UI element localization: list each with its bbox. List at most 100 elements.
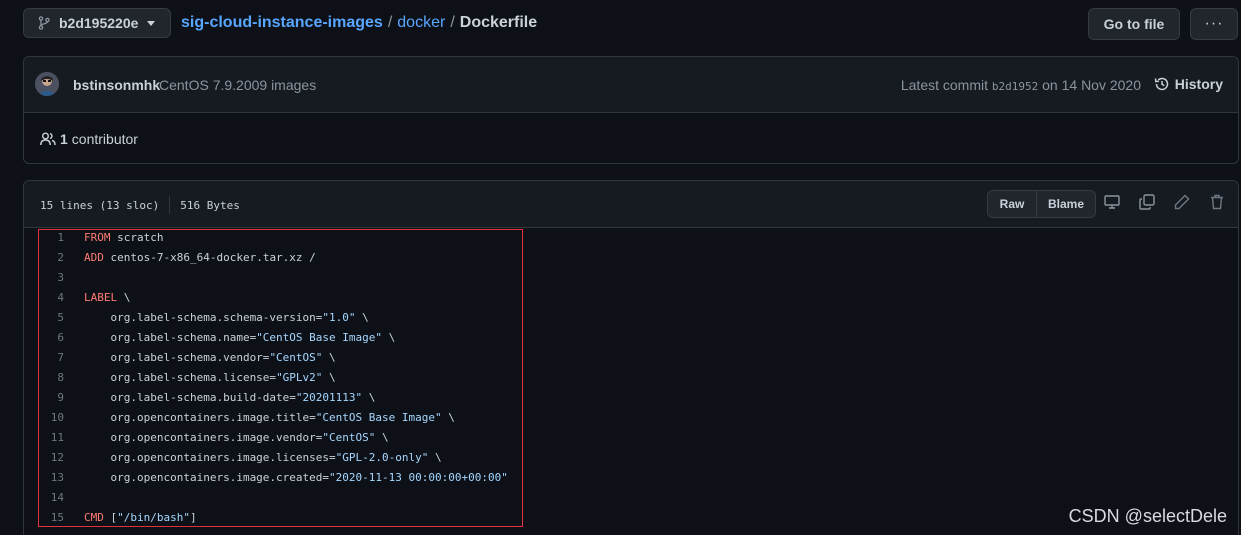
line-count: 15 lines (13 sloc) [40, 198, 160, 212]
commit-message-link[interactable]: CentOS 7.9.2009 images [159, 77, 316, 93]
code-plain: org.opencontainers.image.title= [84, 411, 316, 424]
history-icon [1154, 77, 1169, 91]
code-line: 15 CMD ["/bin/bash"] [24, 508, 1238, 528]
code-plain: \ [428, 451, 442, 464]
code-keyword: ADD [84, 251, 104, 264]
file-size: 516 Bytes [180, 198, 240, 212]
code-text: ADD centos-7-x86_64-docker.tar.xz / [84, 248, 316, 268]
code-line: 9 org.label-schema.build-date="20201113"… [24, 388, 1238, 408]
line-number[interactable]: 9 [24, 388, 64, 408]
code-string: "CentOS Base Image" [256, 331, 383, 344]
code-plain: \ [322, 371, 336, 384]
code-text: org.label-schema.build-date="20201113" \ [84, 388, 375, 408]
commit-date: on 14 Nov 2020 [1042, 77, 1141, 93]
code-text: org.label-schema.license="GPLv2" \ [84, 368, 336, 388]
file-viewer: 15 lines (13 sloc) 516 Bytes Raw Blame 1… [23, 180, 1239, 535]
code-text: LABEL \ [84, 288, 130, 308]
contributors-row: 1 contributor [24, 113, 1238, 165]
avatar-image-icon [35, 72, 59, 96]
code-plain: org.opencontainers.image.vendor= [84, 431, 323, 444]
code-keyword: FROM [84, 231, 111, 244]
code-plain: \ [441, 411, 455, 424]
line-number[interactable]: 14 [24, 488, 64, 508]
branch-selector-button[interactable]: b2d195220e [23, 8, 171, 38]
trash-icon[interactable] [1209, 194, 1225, 210]
breadcrumb-separator: / [450, 14, 455, 31]
line-number[interactable]: 1 [24, 228, 64, 248]
code-string: "CentOS" [269, 351, 323, 364]
history-label: History [1174, 76, 1223, 92]
code-string: "1.0" [322, 311, 356, 324]
pencil-icon[interactable] [1174, 194, 1190, 210]
copy-icon[interactable] [1139, 194, 1155, 210]
contributors-link[interactable]: 1 contributor [40, 131, 138, 147]
breadcrumb-repo-link[interactable]: sig-cloud-instance-images [181, 14, 383, 31]
code-plain: \ [375, 431, 389, 444]
watermark: CSDN @selectDele [1068, 506, 1227, 526]
go-to-file-button[interactable]: Go to file [1088, 8, 1180, 40]
code-line: 4 LABEL \ [24, 288, 1238, 308]
code-keyword: LABEL [84, 291, 118, 304]
line-number[interactable]: 10 [24, 408, 64, 428]
file-action-buttons: Raw Blame [987, 190, 1096, 218]
line-number[interactable]: 7 [24, 348, 64, 368]
commit-author-link[interactable]: bstinsonmhk [73, 77, 160, 93]
line-number[interactable]: 3 [24, 268, 64, 288]
code-line: 6 org.label-schema.name="CentOS Base Ima… [24, 328, 1238, 348]
code-plain: centos-7-x86_64-docker.tar.xz / [103, 251, 316, 264]
desktop-icon[interactable] [1104, 194, 1120, 210]
more-options-button[interactable]: ··· [1190, 8, 1238, 40]
line-number[interactable]: 6 [24, 328, 64, 348]
code-area: 1 FROM scratch 2 ADD centos-7-x86_64-docker… [24, 228, 1238, 528]
line-number[interactable]: 8 [24, 368, 64, 388]
breadcrumb: sig-cloud-instance-images / docker / Dockerf… [181, 14, 537, 32]
code-line: 2 ADD centos-7-x86_64-docker.tar.xz / [24, 248, 1238, 268]
history-link[interactable]: History [1154, 76, 1223, 92]
line-number[interactable]: 12 [24, 448, 64, 468]
code-plain: org.label-schema.name= [84, 331, 257, 344]
code-line: 11 org.opencontainers.image.vendor="Cent… [24, 428, 1238, 448]
branch-name: b2d195220e [59, 15, 139, 31]
line-number[interactable]: 15 [24, 508, 64, 528]
code-text: org.opencontainers.image.vendor="CentOS"… [84, 428, 389, 448]
people-icon [40, 132, 56, 146]
contributors-count: 1 [60, 131, 68, 147]
code-text: org.opencontainers.image.title="CentOS B… [84, 408, 455, 428]
line-number[interactable]: 11 [24, 428, 64, 448]
avatar[interactable] [35, 72, 59, 96]
code-plain: scratch [110, 231, 164, 244]
raw-button[interactable]: Raw [988, 191, 1037, 217]
breadcrumb-separator: / [387, 14, 393, 31]
code-text: org.opencontainers.image.licenses="GPL-2… [84, 448, 442, 468]
code-keyword: CMD [84, 511, 104, 524]
commit-sha-link[interactable]: b2d1952 [992, 80, 1038, 93]
code-text: org.label-schema.name="CentOS Base Image… [84, 328, 395, 348]
breadcrumb-file-name: Dockerfile [459, 14, 538, 31]
code-plain: org.label-schema.vendor= [84, 351, 270, 364]
line-number[interactable]: 4 [24, 288, 64, 308]
code-string: "2020-11-13 00:00:00+00:00" [329, 471, 508, 484]
line-number[interactable]: 13 [24, 468, 64, 488]
breadcrumb-folder-link[interactable]: docker [397, 14, 445, 31]
file-info: 15 lines (13 sloc) 516 Bytes [40, 196, 240, 214]
latest-commit-info: Latest commit b2d1952 on 14 Nov 2020 [901, 77, 1141, 93]
code-plain: org.label-schema.build-date= [84, 391, 296, 404]
line-number[interactable]: 5 [24, 308, 64, 328]
code-plain: org.label-schema.license= [84, 371, 277, 384]
code-plain: org.opencontainers.image.licenses= [84, 451, 336, 464]
code-plain: \ [362, 391, 376, 404]
code-string: "CentOS Base Image" [315, 411, 442, 424]
code-plain: \ [382, 331, 396, 344]
code-plain: org.opencontainers.image.created= [84, 471, 330, 484]
code-line: 5 org.label-schema.schema-version="1.0" … [24, 308, 1238, 328]
code-line: 3 [24, 268, 1238, 288]
code-string: "GPL-2.0-only" [335, 451, 429, 464]
code-text: org.label-schema.schema-version="1.0" \ [84, 308, 368, 328]
latest-commit-label: Latest commit [900, 77, 988, 93]
blame-button[interactable]: Blame [1037, 191, 1095, 217]
code-line: 1 FROM scratch [24, 228, 1238, 248]
code-string: "20201113" [295, 391, 363, 404]
line-number[interactable]: 2 [24, 248, 64, 268]
code-line: 8 org.label-schema.license="GPLv2" \ [24, 368, 1238, 388]
code-line: 12 org.opencontainers.image.licenses="GP… [24, 448, 1238, 468]
